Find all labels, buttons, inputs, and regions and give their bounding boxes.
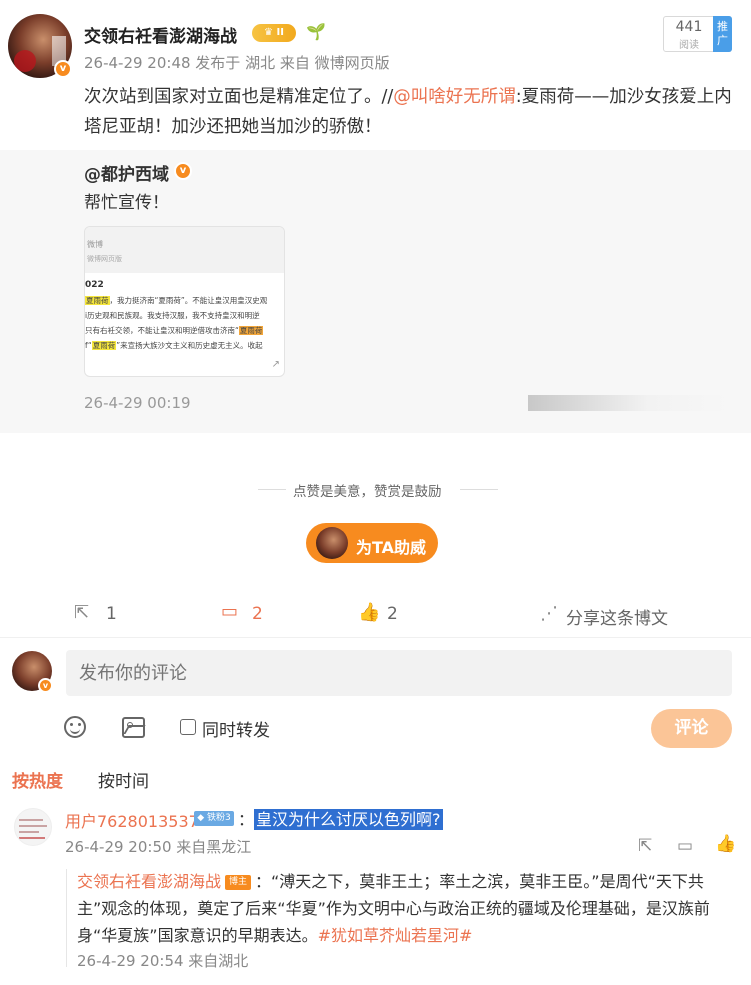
- quote-author[interactable]: @都护西域: [84, 160, 169, 185]
- like-icon[interactable]: 👍: [358, 602, 380, 623]
- read-label: 阅读: [679, 40, 699, 51]
- quote-image-line1: 微博: [87, 240, 103, 249]
- comment-time: 26-4-29 20:50 来自黑龙江: [65, 838, 252, 856]
- repost-count[interactable]: 1: [106, 604, 117, 624]
- repost-icon[interactable]: ⇱: [74, 602, 89, 623]
- quote-loading-bar: [528, 395, 728, 411]
- repost-icon[interactable]: ⇱: [638, 836, 652, 856]
- like-icon[interactable]: 👍: [715, 834, 736, 854]
- repost-checkbox[interactable]: [180, 719, 196, 735]
- comment-text: ：皇汉为什么讨厌以色列啊?: [238, 809, 443, 830]
- verified-icon: v: [54, 60, 72, 78]
- crown-level-icon[interactable]: ♛ II: [252, 24, 296, 42]
- commenter-avatar[interactable]: [14, 808, 52, 846]
- share-label[interactable]: 分享这条博文: [566, 604, 668, 629]
- quote-image-row: f“夏雨荷”来宣扬大族沙文主义和历史虚无主义。收起: [85, 341, 263, 350]
- quote-time: 26-4-29 00:19: [84, 394, 191, 412]
- emoji-icon[interactable]: [64, 716, 86, 738]
- comment-count[interactable]: 2: [252, 604, 263, 624]
- reply-divider: [66, 869, 67, 967]
- quote-image-row: 只有右衽交领，不能让皇汉和明逆借攻击济南“夏雨荷: [85, 326, 264, 335]
- level-badge: II: [276, 27, 284, 38]
- comment-input[interactable]: [66, 650, 732, 696]
- hashtag-link[interactable]: #犹如草芥灿若星河#: [318, 926, 473, 945]
- sort-by-hot-tab[interactable]: 按热度: [12, 767, 63, 792]
- verified-icon: v: [38, 678, 53, 693]
- like-count[interactable]: 2: [387, 604, 398, 624]
- avatar: [316, 527, 348, 559]
- fan-badge[interactable]: ◆ 铁粉3: [194, 811, 234, 826]
- post-text-before: 次次站到国家对立面也是精准定位了。//: [84, 87, 394, 107]
- quote-image-row: i历史观和民族观。我支持汉服，我不支持皇汉和明逆: [85, 311, 260, 320]
- boost-label: 为TA助威: [356, 538, 427, 557]
- comment-icon[interactable]: ▭: [221, 601, 238, 622]
- verified-icon: v: [174, 162, 192, 180]
- mention-link[interactable]: @叫啥好无所谓: [393, 87, 516, 107]
- share-icon[interactable]: ⋰: [540, 603, 558, 624]
- repost-label[interactable]: 同时转发: [202, 716, 270, 741]
- reply-time: 26-4-29 20:54 来自湖北: [77, 952, 249, 970]
- promote-button[interactable]: 推广: [713, 16, 732, 52]
- appreciation-text: 点赞是美意，赞赏是鼓励: [293, 484, 442, 500]
- reply-icon[interactable]: ▭: [677, 836, 693, 856]
- divider: [258, 489, 286, 490]
- quote-text: 帮忙宣传！: [84, 193, 169, 213]
- quote-image-line3: 022: [85, 280, 104, 290]
- commenter-name[interactable]: 用户7628013537: [65, 808, 199, 832]
- image-icon[interactable]: [122, 717, 145, 738]
- external-link-icon: ↗: [271, 359, 280, 370]
- submit-comment-button[interactable]: 评论: [651, 709, 732, 748]
- post-text: 次次站到国家对立面也是精准定位了。//@叫啥好无所谓:夏雨荷——加沙女孩爱上内塔…: [84, 82, 734, 142]
- divider: [0, 637, 751, 638]
- divider: [460, 489, 498, 490]
- quote-image[interactable]: 微博 微博网页版 022 夏雨荷，我力挺济南“夏雨荷”。不能让皇汉用皇汉史观 i…: [84, 226, 285, 377]
- read-count: 441: [675, 19, 703, 35]
- sprout-icon[interactable]: 🌱: [306, 22, 326, 41]
- author-name[interactable]: 交领右衽看澎湖海战: [84, 22, 237, 47]
- owner-badge: 博主: [225, 875, 252, 890]
- sort-by-time-tab[interactable]: 按时间: [98, 767, 149, 792]
- reply-text: 交领右衽看澎湖海战 博主 ：“溥天之下，莫非王土；率土之滨，莫非王臣。”是周代“天下…: [77, 872, 710, 945]
- quote-image-line2: 微博网页版: [87, 255, 122, 263]
- reply-author[interactable]: 交领右衽看澎湖海战: [77, 872, 221, 891]
- post-meta: 26-4-29 20:48 发布于 湖北 来自 微博网页版: [84, 54, 390, 72]
- quote-image-row: 夏雨荷，我力挺济南“夏雨荷”。不能让皇汉用皇汉史观: [85, 296, 268, 305]
